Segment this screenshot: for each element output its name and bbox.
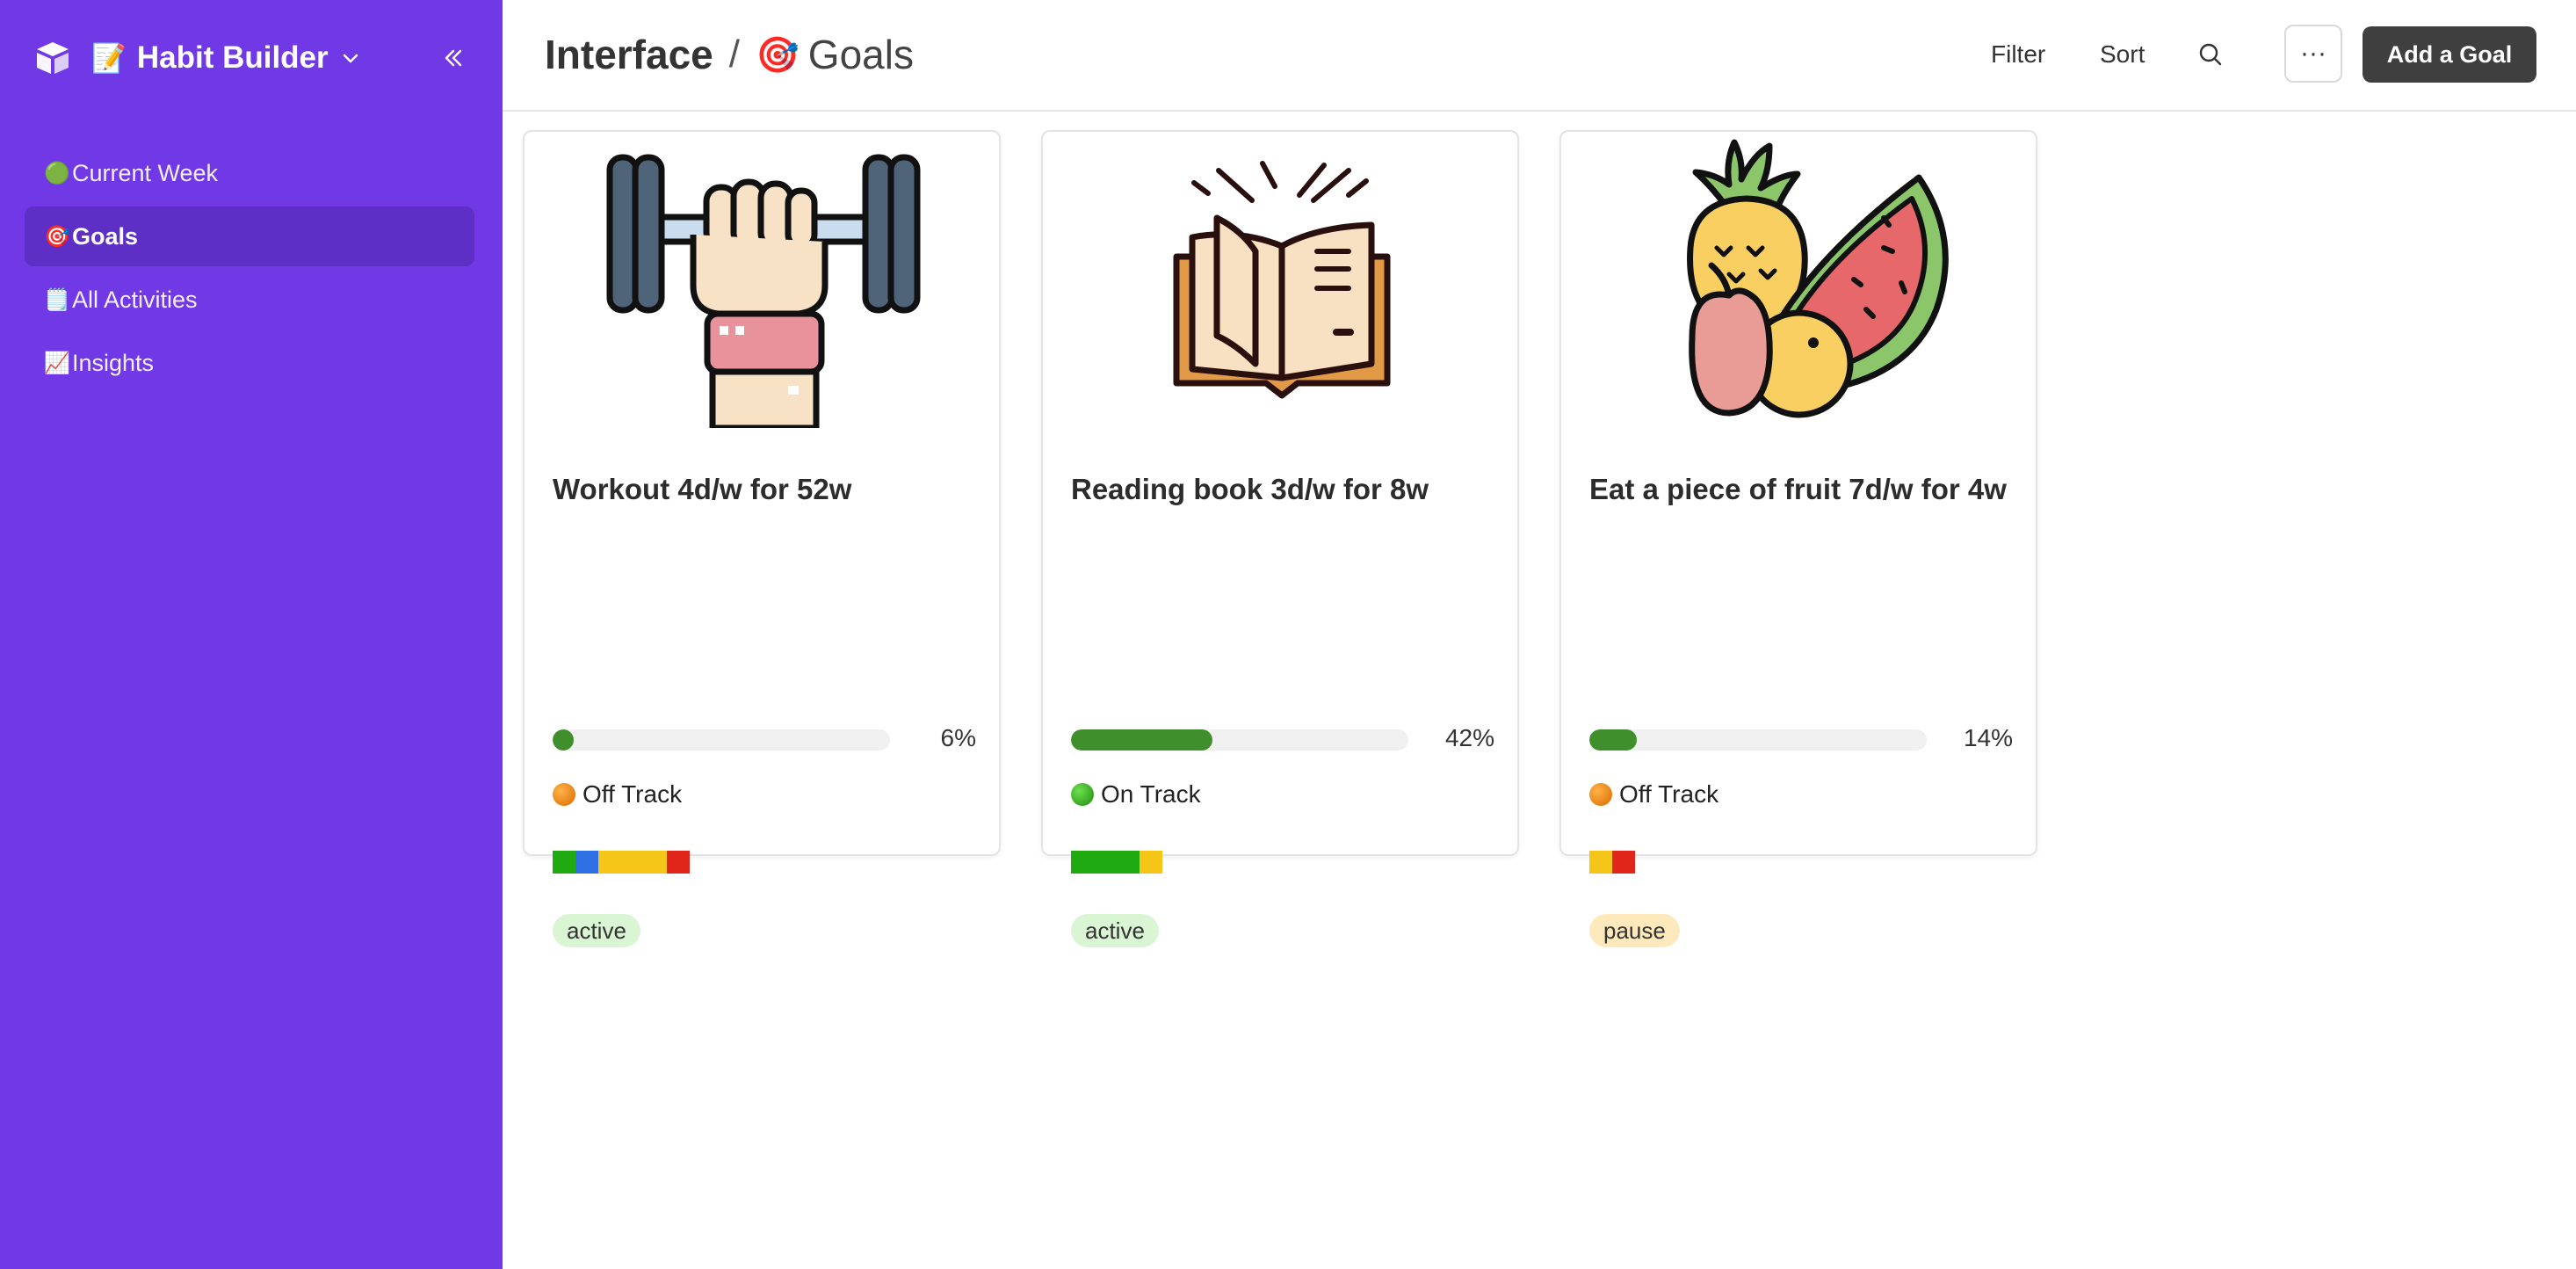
breadcrumb-separator: /: [728, 33, 740, 76]
card-image: [526, 134, 1001, 432]
streak-block: [1117, 851, 1140, 874]
progress-fill: [1071, 729, 1212, 751]
progress-bar: [553, 729, 890, 751]
status-label: On Track: [1101, 780, 1201, 808]
breadcrumb: Interface / 🎯 Goals: [545, 26, 914, 83]
streak-block: [553, 851, 575, 874]
notepad-icon: 🗒️: [44, 287, 70, 312]
orange-circle-icon: [1589, 783, 1612, 806]
streak-block: [644, 851, 667, 874]
streak-blocks: [1071, 851, 1162, 874]
chevron-down-icon: [343, 54, 358, 63]
sidebar-item-goals[interactable]: 🎯 Goals: [25, 207, 474, 266]
streak-block: [1071, 851, 1094, 874]
streak-block: [1589, 851, 1612, 874]
status-badge: active: [1071, 914, 1159, 947]
goal-card[interactable]: Workout 4d/w for 52w 6% Off Track active: [523, 130, 1001, 947]
breadcrumb-root[interactable]: Interface: [545, 31, 713, 78]
green-circle-icon: 🟢: [44, 161, 70, 185]
sidebar-item-label: Insights: [72, 349, 155, 376]
filter-button[interactable]: Filter: [1991, 35, 2045, 74]
status-indicator: Off Track: [553, 780, 682, 809]
streak-block: [598, 851, 621, 874]
sort-button[interactable]: Sort: [2100, 35, 2145, 74]
sidebar: 📝 Habit Builder 🟢 Current Week 🎯 Goals 🗒…: [0, 0, 503, 1269]
goal-title: Workout 4d/w for 52w: [553, 473, 852, 505]
target-icon: 🎯: [44, 224, 70, 249]
status-label: Off Track: [1619, 780, 1719, 808]
double-chevron-left-icon: [445, 49, 462, 67]
app-logo-icon[interactable]: [32, 37, 74, 79]
weightlifting-icon: [606, 154, 921, 428]
streak-block: [621, 851, 644, 874]
sidebar-nav: 🟢 Current Week 🎯 Goals 🗒️ All Activities…: [25, 143, 474, 396]
progress-fill: [1589, 729, 1637, 751]
goal-card[interactable]: Eat a piece of fruit 7d/w for 4w 14% Off…: [1559, 130, 2037, 947]
sidebar-item-label: All Activities: [72, 286, 198, 313]
progress-percent: 42%: [1444, 724, 1494, 751]
streak-blocks: [1589, 851, 1635, 874]
progress-percent: 14%: [1963, 724, 2013, 751]
search-icon: [2199, 43, 2222, 66]
orange-circle-icon: [553, 783, 575, 806]
status-badge: active: [553, 914, 640, 947]
sidebar-header: 📝 Habit Builder: [32, 33, 471, 83]
base-title: Habit Builder: [136, 40, 329, 75]
card-image: [1563, 134, 2037, 432]
streak-block: [1094, 851, 1117, 874]
streak-blocks: [553, 851, 690, 874]
streak-block: [575, 851, 598, 874]
status-indicator: Off Track: [1589, 780, 1719, 809]
collapse-sidebar-button[interactable]: [436, 40, 471, 76]
progress-fill: [553, 729, 574, 751]
base-emoji: 📝: [91, 42, 127, 74]
top-bar: Interface / 🎯 Goals Filter Sort ··· Add …: [503, 0, 2576, 112]
goal-card[interactable]: Reading book 3d/w for 8w 42% On Track ac…: [1041, 130, 1519, 947]
status-indicator: On Track: [1071, 780, 1201, 809]
progress-bar: [1589, 729, 1927, 751]
streak-block: [1612, 851, 1635, 874]
target-icon: 🎯: [755, 35, 800, 75]
streak-block: [1140, 851, 1162, 874]
add-goal-button[interactable]: Add a Goal: [2363, 26, 2536, 83]
goal-title: Eat a piece of fruit 7d/w for 4w: [1589, 473, 2007, 505]
status-label: Off Track: [582, 780, 683, 808]
card-image: [1045, 134, 1519, 432]
more-options-button[interactable]: ···: [2284, 25, 2342, 83]
open-book-icon: [1173, 161, 1391, 399]
search-button[interactable]: [2196, 35, 2225, 74]
goal-title: Reading book 3d/w for 8w: [1071, 473, 1429, 505]
base-switcher[interactable]: 📝 Habit Builder: [91, 40, 360, 76]
sidebar-item-current-week[interactable]: 🟢 Current Week: [25, 143, 474, 203]
page-title: Goals: [807, 32, 914, 77]
sidebar-item-label: Goals: [72, 222, 139, 250]
sidebar-item-label: Current Week: [72, 159, 219, 186]
status-badge: pause: [1589, 914, 1680, 947]
sidebar-item-all-activities[interactable]: 🗒️ All Activities: [25, 270, 474, 330]
progress-bar: [1071, 729, 1408, 751]
chart-increasing-icon: 📈: [44, 351, 70, 375]
fruit-icon: [1687, 139, 1949, 418]
sidebar-item-insights[interactable]: 📈 Insights: [25, 333, 474, 393]
green-circle-icon: [1071, 783, 1094, 806]
streak-block: [667, 851, 690, 874]
progress-percent: 6%: [940, 724, 976, 751]
